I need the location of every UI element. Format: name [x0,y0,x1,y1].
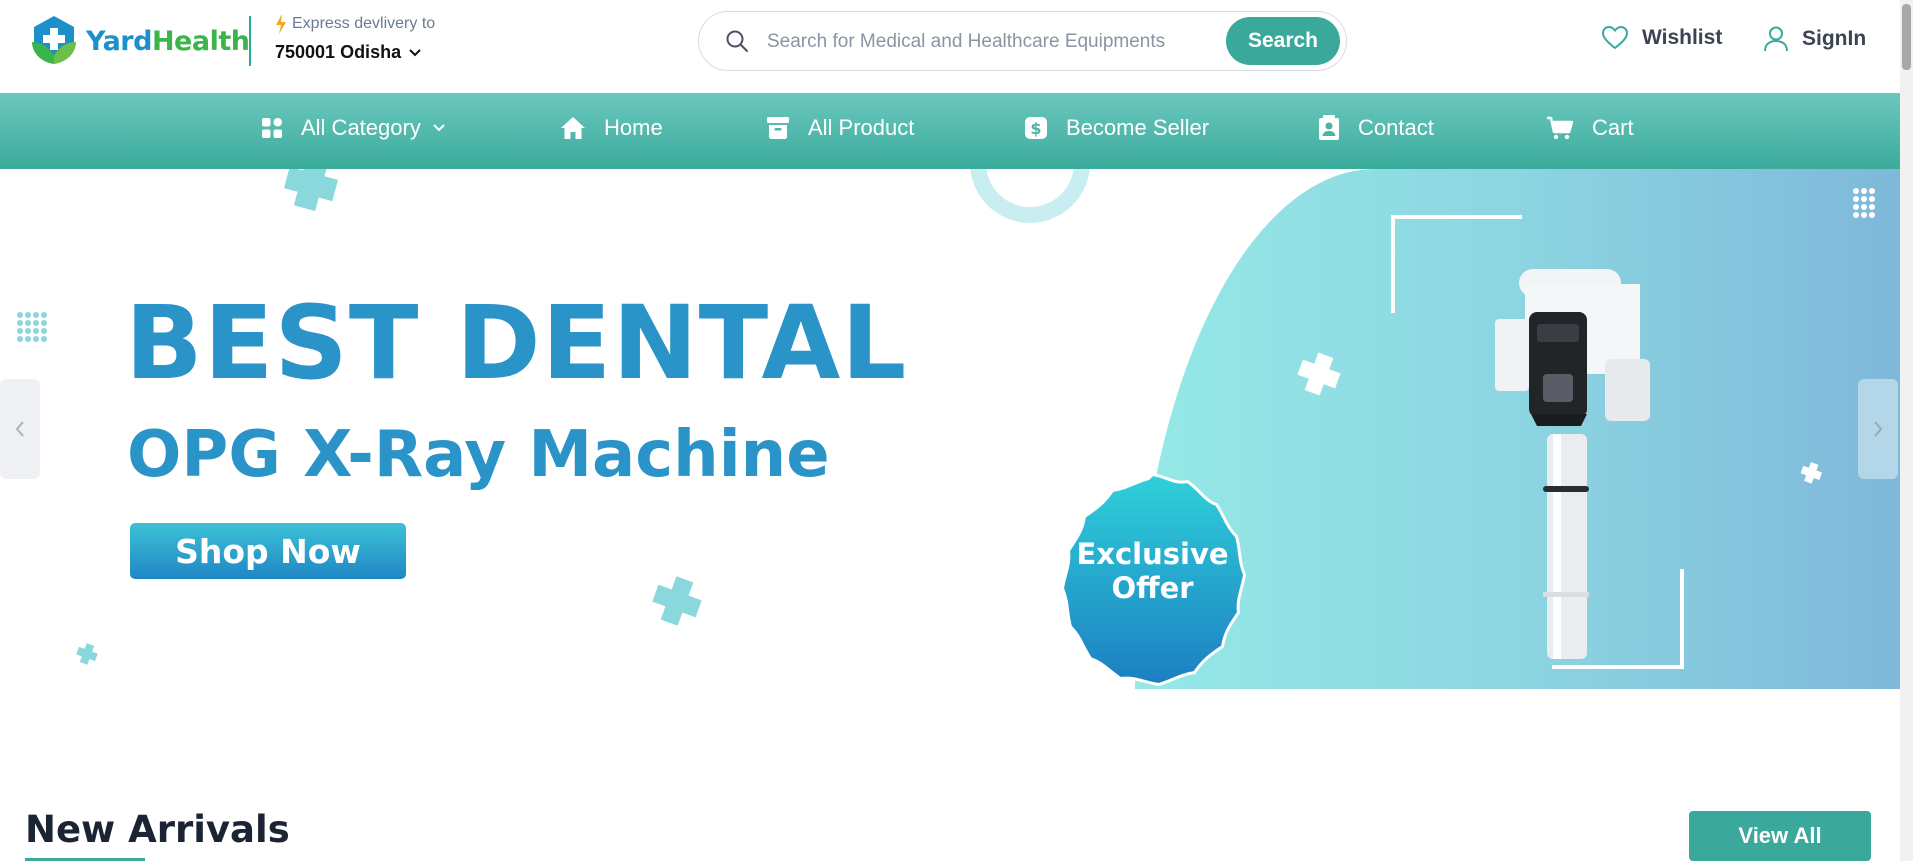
search-icon [726,30,748,52]
nav-item-home[interactable]: Home [560,115,663,141]
nav-label-all-product: All Product [808,115,915,140]
nav-label-home: Home [604,115,663,140]
nav-item-all-product[interactable]: All Product [766,115,914,141]
dollar-icon: $ [1025,117,1047,139]
chevron-down-icon [409,48,421,56]
nav-item-become-seller[interactable]: $ Become Seller [1024,115,1209,141]
section-title-new-arrivals: New Arrivals [25,808,290,851]
nav-label-all-category: All Category [301,115,421,140]
svg-text:$: $ [1030,119,1041,138]
nav-item-all-category[interactable]: All Category [261,115,445,141]
offer-badge-text: Exclusive Offer [1040,537,1265,605]
grid-icon [262,118,282,138]
nav-item-cart[interactable]: Cart [1546,115,1634,141]
scrollbar-thumb[interactable] [1902,4,1911,70]
slider-prev-button[interactable] [0,379,40,479]
brand-name-part1: Yard [86,25,152,57]
site-logo[interactable]: YardHealth [28,14,250,68]
logo-icon [32,16,76,64]
wishlist-label: Wishlist [1642,26,1723,49]
home-icon [561,117,585,139]
main-navigation: All Category Home All Product $ Become S… [0,93,1900,169]
delivery-label: Express devlivery to [292,15,436,32]
hero-banner: BEST DENTAL OPG X-Ray Machine Shop Now [0,169,1900,689]
shop-now-button[interactable]: Shop Now [130,523,406,579]
opg-xray-machine-image [1495,269,1650,659]
brand-name: YardHealth [86,25,250,57]
cart-icon [1547,116,1574,140]
page-scrollbar[interactable] [1900,0,1913,861]
user-icon [1764,26,1788,52]
wishlist-link[interactable]: Wishlist [1602,26,1722,50]
offer-badge-line1: Exclusive [1076,537,1229,571]
heart-icon [1602,26,1628,50]
delivery-location[interactable]: Express devlivery to 750001 Odisha [275,14,435,63]
site-header: YardHealth Express devlivery to 750001 O… [0,0,1900,93]
slider-next-button[interactable] [1858,379,1898,479]
chevron-left-icon [15,421,24,437]
nav-label-become-seller: Become Seller [1066,115,1210,140]
offer-badge-line2: Offer [1111,571,1194,605]
brand-name-part2: Health [151,25,250,57]
nav-label-contact: Contact [1358,115,1434,140]
chevron-right-icon [1874,421,1883,437]
header-divider [249,16,251,66]
signin-label: SignIn [1802,27,1867,50]
search-bar: Search [698,11,1347,71]
hero-headline: BEST DENTAL [125,284,908,403]
view-all-button[interactable]: View All [1689,811,1871,861]
nav-item-contact[interactable]: Contact [1318,115,1434,141]
lightning-icon [276,14,286,34]
hero-subheadline: OPG X-Ray Machine [127,418,830,492]
delivery-location-value: 750001 Odisha [275,42,402,62]
contact-card-icon [1319,115,1339,140]
search-input[interactable] [765,24,1189,60]
nav-label-cart: Cart [1592,115,1634,140]
chevron-down-icon [433,124,445,132]
search-button[interactable]: Search [1226,17,1340,65]
archive-icon [767,117,789,139]
signin-link[interactable]: SignIn [1764,26,1866,52]
